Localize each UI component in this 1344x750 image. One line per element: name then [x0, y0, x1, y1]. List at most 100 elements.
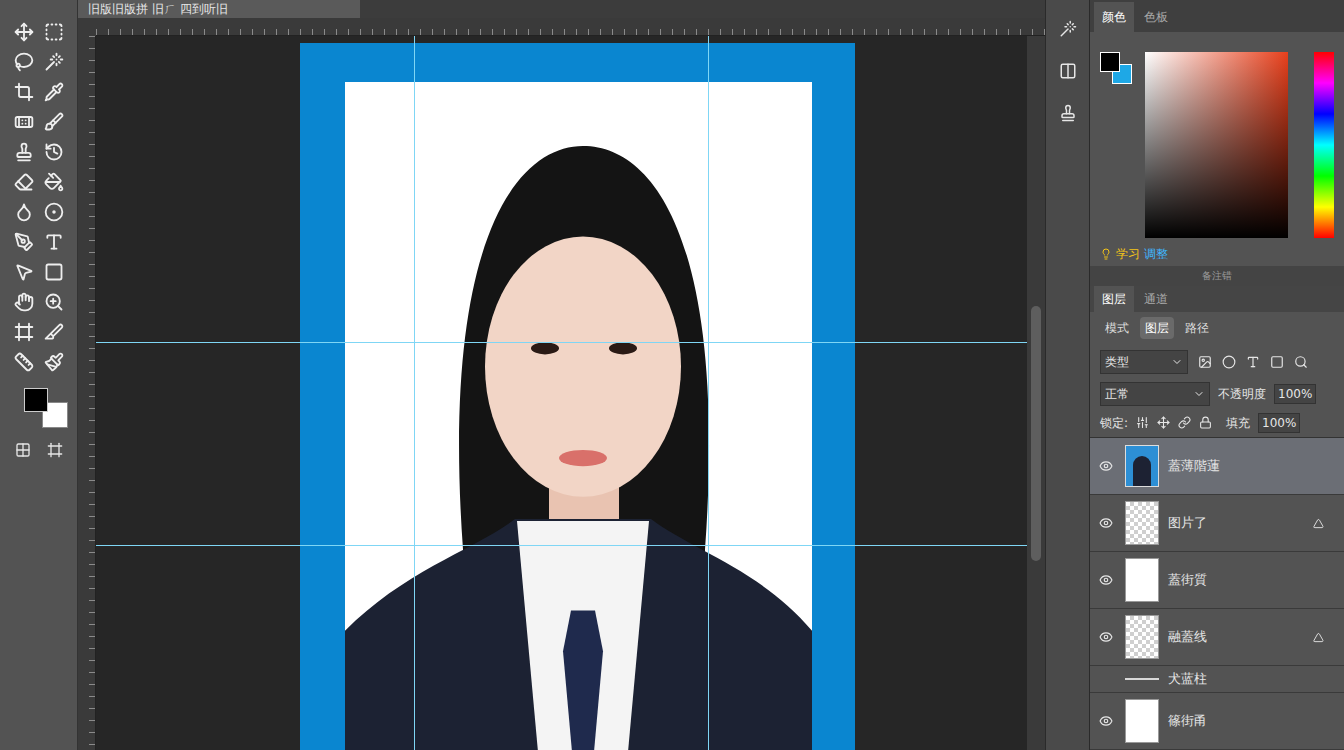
layer-row[interactable]: 融蓋线 [1090, 609, 1344, 666]
layers-tabs: 图层通道 [1090, 286, 1344, 312]
portrait-photo [345, 82, 812, 750]
layer-row[interactable]: 图片了 [1090, 495, 1344, 552]
layer-thumbnail [1125, 674, 1159, 684]
eraser-icon[interactable] [14, 172, 34, 192]
opacity-label: 不透明度 [1218, 385, 1266, 403]
layer-row[interactable]: 犬蓝柱 [1090, 666, 1344, 693]
color-picker[interactable] [1090, 32, 1344, 243]
marquee-icon[interactable] [44, 22, 64, 42]
stamp-icon[interactable] [14, 142, 34, 162]
fill-field[interactable]: 100% [1258, 413, 1300, 433]
panel-tab[interactable]: 颜色 [1094, 2, 1134, 32]
learn-label[interactable]: 学习 [1116, 245, 1140, 263]
layer-thumbnail [1125, 558, 1159, 602]
view-tabs: 模式图层路径 [1090, 312, 1344, 346]
panel-tab[interactable]: 图层 [1094, 286, 1134, 312]
triangle-icon [1313, 518, 1324, 529]
brush-icon[interactable] [44, 112, 64, 132]
guide-line[interactable] [96, 545, 1027, 546]
view-tab[interactable]: 模式 [1100, 317, 1134, 339]
panels-icon[interactable] [1059, 62, 1077, 80]
lasso-icon[interactable] [14, 52, 34, 72]
canvas[interactable] [96, 36, 1027, 750]
filter-row: 类型 [1090, 345, 1344, 379]
layer-thumbnail [1125, 699, 1159, 743]
hand-icon[interactable] [14, 292, 34, 312]
blur-icon[interactable] [14, 202, 34, 222]
opacity-field[interactable]: 100% [1274, 384, 1316, 404]
scrollbar[interactable] [1027, 36, 1045, 750]
crop-icon[interactable] [14, 82, 34, 102]
pixel-filter-icon[interactable] [1198, 355, 1212, 369]
lock-all-icon[interactable] [1199, 416, 1212, 429]
eye-icon[interactable] [1099, 459, 1113, 473]
hue-slider[interactable] [1314, 52, 1334, 238]
layer-row[interactable]: 蓋街質 [1090, 552, 1344, 609]
frame-icon[interactable] [14, 322, 34, 342]
color-tabs: 颜色色板 [1090, 0, 1344, 32]
guide-line[interactable] [96, 342, 1027, 343]
magic-wand-icon[interactable] [44, 52, 64, 72]
eye-icon[interactable] [1099, 573, 1113, 587]
shape-filter-icon[interactable] [1270, 355, 1284, 369]
smart-filter-icon[interactable] [1294, 355, 1308, 369]
history-brush-icon[interactable] [44, 142, 64, 162]
shape-icon[interactable] [44, 262, 64, 282]
quick-mask-icon[interactable] [15, 442, 31, 458]
lock-pixels-icon[interactable] [1136, 416, 1149, 429]
app: 旧版旧版拼 旧ㄏ 四到听旧颜色色板学习调整备注错图层通道模式图层路径类型正常不透… [0, 0, 1344, 750]
healing-icon[interactable] [14, 112, 34, 132]
saturation-field[interactable] [1145, 52, 1288, 238]
guide-line[interactable] [414, 36, 415, 750]
lock-position-icon[interactable] [1157, 416, 1170, 429]
learn-link[interactable]: 调整 [1144, 245, 1168, 263]
layer-name[interactable]: 蓋薄階蓮 [1168, 456, 1344, 476]
blend-dropdown[interactable]: 正常 [1100, 382, 1210, 406]
layer-name[interactable]: 篠街甬 [1168, 711, 1344, 731]
foreground-color[interactable] [1100, 52, 1120, 72]
eye-icon[interactable] [1099, 630, 1113, 644]
bucket-icon[interactable] [44, 172, 64, 192]
layer-thumbnail [1125, 501, 1159, 545]
lock-link-icon[interactable] [1178, 416, 1191, 429]
panel-tab[interactable]: 通道 [1136, 286, 1176, 312]
eye-icon[interactable] [1099, 516, 1113, 530]
guide-line[interactable] [708, 36, 709, 750]
slice-icon[interactable] [44, 322, 64, 342]
color-swatches[interactable] [14, 386, 64, 436]
filter-dropdown[interactable]: 类型 [1100, 350, 1188, 374]
layer-thumbnail [1125, 615, 1159, 659]
move-icon[interactable] [14, 22, 34, 42]
adjust-filter-icon[interactable] [1222, 355, 1236, 369]
fill-label: 填充 [1226, 414, 1250, 432]
adjust-icon[interactable] [1059, 20, 1077, 38]
view-tab[interactable]: 路径 [1180, 317, 1214, 339]
eye-icon[interactable] [1099, 714, 1113, 728]
panel-tab[interactable]: 色板 [1136, 2, 1176, 32]
eyedropper-icon[interactable] [44, 82, 64, 102]
layer-row[interactable]: 篠街甬 [1090, 693, 1344, 750]
layer-name[interactable]: 融蓋线 [1168, 627, 1313, 647]
screen-mode-icon[interactable] [47, 442, 63, 458]
layer-thumbnail [1125, 445, 1159, 487]
layer-name[interactable]: 图片了 [1168, 513, 1313, 533]
type-filter-icon[interactable] [1246, 355, 1260, 369]
layer-name[interactable]: 蓋街質 [1168, 570, 1344, 590]
type-icon[interactable] [44, 232, 64, 252]
layer-name[interactable]: 犬蓝柱 [1168, 669, 1344, 689]
document-tab[interactable]: 旧版旧版拼 旧ㄏ 四到听旧 [78, 0, 360, 18]
zoom-icon[interactable] [44, 292, 64, 312]
pen-icon[interactable] [14, 232, 34, 252]
learn-bar: 学习调整 [1090, 242, 1344, 266]
select-icon[interactable] [14, 262, 34, 282]
document-tabs: 旧版旧版拼 旧ㄏ 四到听旧 [78, 0, 1045, 18]
learn-icon [1100, 248, 1112, 260]
dodge-icon[interactable] [44, 202, 64, 222]
blend-row: 正常不透明度 100% [1090, 379, 1344, 409]
document-area: 旧版旧版拼 旧ㄏ 四到听旧 [78, 0, 1045, 750]
ruler-icon[interactable] [14, 352, 34, 372]
view-tab[interactable]: 图层 [1140, 317, 1174, 339]
clone-source-icon[interactable] [1059, 104, 1077, 122]
mixer-brush-icon[interactable] [44, 352, 64, 372]
layer-row[interactable]: 蓋薄階蓮 [1090, 438, 1344, 495]
